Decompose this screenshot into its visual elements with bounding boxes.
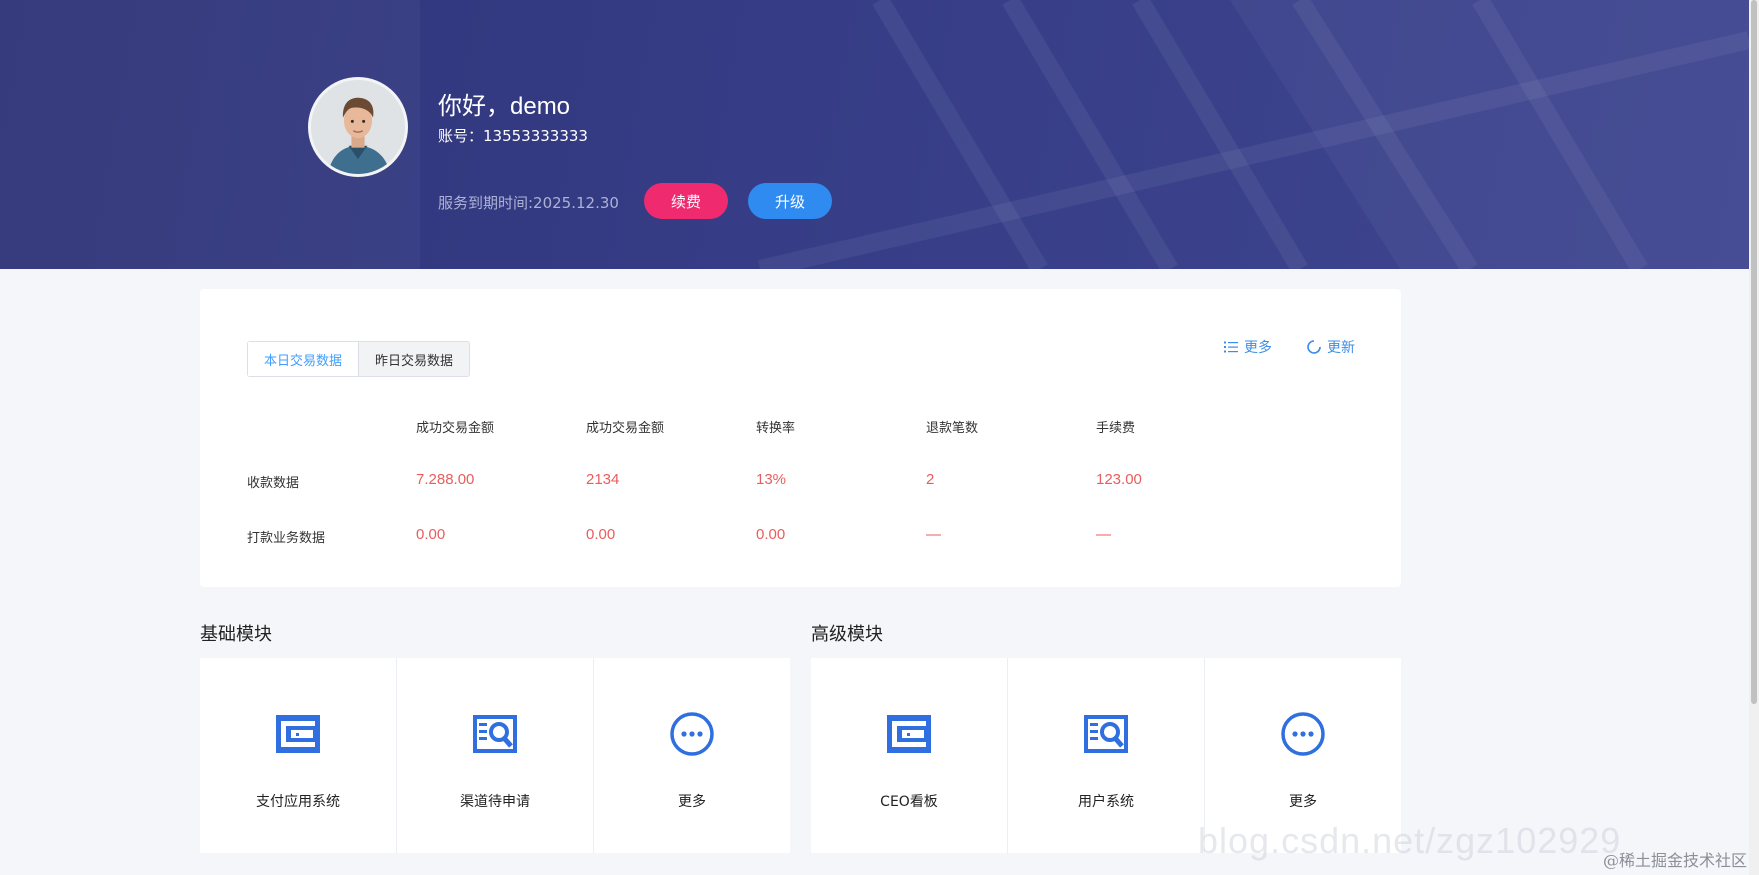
- stat-value: 0.00: [416, 526, 446, 543]
- tab-today[interactable]: 本日交易数据: [248, 342, 360, 376]
- advanced-modules-title: 高级模块: [811, 624, 883, 645]
- juejin-corner-mark: @稀土掘金技术社区: [1602, 851, 1747, 870]
- search-doc-icon: [473, 715, 517, 753]
- module-label: 用户系统: [1078, 794, 1134, 810]
- module-payment-app[interactable]: 支付应用系统: [200, 658, 397, 853]
- user-avatar-icon: [311, 80, 405, 174]
- basic-modules-grid: 支付应用系统 渠道待申请 更多: [200, 658, 790, 853]
- service-expire-text: 服务到期时间:2025.12.30: [438, 194, 619, 212]
- stat-value: —: [1096, 526, 1111, 543]
- more-link[interactable]: 更多: [1223, 337, 1272, 357]
- stat-value: 123.00: [1096, 471, 1142, 488]
- stat-value: 2: [926, 471, 935, 488]
- page-scrollbar[interactable]: [1749, 0, 1759, 875]
- upgrade-button[interactable]: 升级: [748, 183, 832, 219]
- more-link-label: 更多: [1244, 340, 1272, 356]
- basic-modules-title: 基础模块: [200, 624, 272, 645]
- stat-value: 2134: [586, 471, 620, 488]
- refresh-link-label: 更新: [1327, 340, 1355, 356]
- more-icon: [670, 712, 714, 756]
- search-doc-icon: [1084, 715, 1128, 753]
- module-label: 更多: [1289, 794, 1317, 810]
- module-label: 支付应用系统: [256, 794, 340, 810]
- stat-value: 0.00: [756, 526, 786, 543]
- module-label: CEO看板: [880, 794, 938, 810]
- column-header: 转换率: [756, 421, 796, 436]
- scrollbar-thumb[interactable]: [1751, 0, 1757, 704]
- column-header: 退款笔数: [926, 421, 979, 436]
- stats-actions: 更多 更新: [1223, 337, 1355, 357]
- module-more[interactable]: 更多: [594, 658, 790, 853]
- header-banner: 你好，demo 账号：13553333333 服务到期时间:2025.12.30…: [0, 0, 1749, 269]
- refresh-icon: [1307, 340, 1321, 354]
- banner-background-graphic: [0, 0, 1749, 269]
- renew-button[interactable]: 续费: [644, 183, 728, 219]
- module-channel-pending[interactable]: 渠道待申请: [397, 658, 594, 853]
- module-user-system[interactable]: 用户系统: [1008, 658, 1205, 853]
- row-label: 打款业务数据: [247, 531, 326, 546]
- stat-value: 7.288.00: [416, 471, 475, 488]
- module-label: 更多: [678, 794, 706, 810]
- csdn-watermark: blog.csdn.net/zgz102929: [1198, 820, 1622, 861]
- stats-tab-group: 本日交易数据 昨日交易数据: [247, 341, 471, 377]
- module-label: 渠道待申请: [460, 794, 530, 810]
- card-icon: [887, 715, 931, 753]
- card-icon: [276, 715, 320, 753]
- row-label: 收款数据: [247, 476, 300, 491]
- transaction-stats-card: 本日交易数据 昨日交易数据 更多 更新 成功交易金额 成功交易金额 转换率 退款…: [200, 289, 1401, 587]
- more-icon: [1281, 712, 1325, 756]
- module-ceo-board[interactable]: CEO看板: [811, 658, 1008, 853]
- column-header: 成功交易金额: [416, 421, 495, 436]
- stat-value: —: [926, 526, 941, 543]
- avatar[interactable]: [308, 77, 408, 177]
- stat-value: 13%: [756, 471, 787, 488]
- greeting-title: 你好，demo: [438, 93, 571, 120]
- column-header: 手续费: [1096, 421, 1136, 436]
- stat-value: 0.00: [586, 526, 616, 543]
- account-number: 账号：13553333333: [438, 127, 588, 145]
- refresh-link[interactable]: 更新: [1306, 337, 1355, 357]
- column-header: 成功交易金额: [586, 421, 665, 436]
- tab-yesterday[interactable]: 昨日交易数据: [359, 342, 469, 376]
- list-icon: [1224, 341, 1238, 353]
